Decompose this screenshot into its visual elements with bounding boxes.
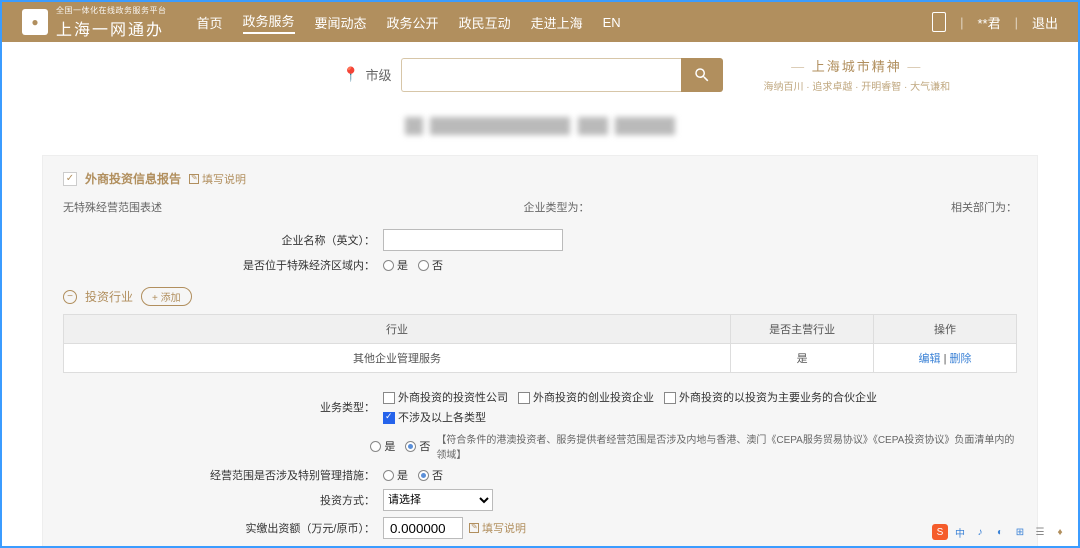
location-scope[interactable]: 市级 [365,65,391,84]
city-spirit: 上海城市精神 海纳百川 · 追求卓越 · 开明睿智 · 大气谦和 [763,56,950,93]
edit-icon [469,523,479,533]
nav-about[interactable]: 走进上海 [531,13,583,32]
tray-icon[interactable]: ◐ [992,524,1008,540]
user-name[interactable]: **君 [977,13,1000,32]
search-button[interactable] [681,58,723,92]
tray-icon[interactable]: ☰ [1032,524,1048,540]
tray-icon[interactable]: 中 [952,524,968,540]
tray-icon[interactable]: ♦ [1052,524,1068,540]
mgmt-no-radio[interactable] [418,470,429,481]
hk-no-radio[interactable] [405,441,416,452]
add-industry-button[interactable]: + 添加 [141,287,192,306]
paid-capital-label: 实缴出资额（万元/原币）： [63,520,383,536]
search-row: 📍 市级 上海城市精神 海纳百川 · 追求卓越 · 开明睿智 · 大气谦和 [2,42,1078,107]
paid-capital-input[interactable] [383,517,463,539]
special-zone-label: 是否位于特殊经济区域内： [63,257,383,273]
phone-icon[interactable] [932,12,946,32]
tray-icon[interactable]: ♪ [972,524,988,540]
logo-title: 上海一网通办 [56,16,167,40]
meta-dept: 相关部门为： [951,199,1017,215]
search-input[interactable] [401,58,681,92]
capital-fill-link[interactable]: 填写说明 [469,520,526,536]
biztype-opt4[interactable] [383,412,395,424]
zone-yes-radio[interactable] [383,260,394,271]
nav-news[interactable]: 要闻动态 [315,13,367,32]
tray-icon[interactable]: ⊞ [1012,524,1028,540]
col-main: 是否主营行业 [731,315,874,344]
biztype-opt1[interactable] [383,392,395,404]
col-industry: 行业 [64,315,731,344]
nav-en[interactable]: EN [603,15,621,30]
industry-section-title: 投资行业 [85,288,133,305]
biztype-opt2[interactable] [518,392,530,404]
industry-table: 行业 是否主营行业 操作 其他企业管理服务 是 编辑 | 删除 [63,314,1017,373]
meta-scope: 无特殊经营范围表述 [63,199,162,215]
logo-subtitle: 全国一体化在线政务服务平台 [56,5,167,16]
system-tray: S 中 ♪ ◐ ⊞ ☰ ♦ [932,524,1068,540]
biztype-opt3[interactable] [664,392,676,404]
edit-link[interactable]: 编辑 [919,353,941,365]
hk-yes-radio[interactable] [370,441,381,452]
collapse-icon[interactable]: − [63,290,77,304]
invest-mode-label: 投资方式： [63,492,383,508]
nav-interact[interactable]: 政民互动 [459,13,511,32]
logo-text: 全国一体化在线政务服务平台 上海一网通办 [56,5,167,40]
nav-home[interactable]: 首页 [197,13,223,32]
col-op: 操作 [874,315,1017,344]
spirit-title: 上海城市精神 [763,56,950,75]
page-heading-redacted [2,107,1078,155]
special-mgmt-label: 经营范围是否涉及特别管理措施： [63,467,383,483]
delete-link[interactable]: 删除 [950,353,972,365]
fill-instructions-link[interactable]: 填写说明 [189,171,246,187]
cell-main: 是 [731,344,874,373]
main-nav: 首页 政务服务 要闻动态 政务公开 政民互动 走进上海 EN [197,11,621,34]
invest-mode-select[interactable]: 请选择 [383,489,493,511]
main-panel: 外商投资信息报告 填写说明 无特殊经营范围表述 企业类型为： 相关部门为： 企业… [42,155,1038,548]
search-icon [693,66,711,84]
location-pin-icon: 📍 [342,66,359,83]
edit-icon [189,174,199,184]
cell-industry: 其他企业管理服务 [64,344,731,373]
mgmt-yes-radio[interactable] [383,470,394,481]
biz-type-label: 业务类型： [63,399,383,415]
tray-icon[interactable]: S [932,524,948,540]
topbar: ● 全国一体化在线政务服务平台 上海一网通办 首页 政务服务 要闻动态 政务公开… [2,2,1078,42]
logout-link[interactable]: 退出 [1032,13,1058,32]
zone-no-radio[interactable] [418,260,429,271]
report-title: 外商投资信息报告 [85,170,181,187]
spirit-tags: 海纳百川 · 追求卓越 · 开明睿智 · 大气谦和 [763,78,950,93]
nav-services[interactable]: 政务服务 [243,11,295,34]
logo-icon: ● [22,9,48,35]
hk-note: 【符合条件的港澳投资者、服务提供者经营范围是否涉及内地与香港、澳门《CEPA服务… [436,431,1017,461]
table-row: 其他企业管理服务 是 编辑 | 删除 [64,344,1017,373]
report-checkbox[interactable] [63,172,77,186]
name-en-input[interactable] [383,229,563,251]
meta-type: 企业类型为： [524,199,590,215]
name-en-label: 企业名称（英文）： [63,232,383,248]
nav-open[interactable]: 政务公开 [387,13,439,32]
